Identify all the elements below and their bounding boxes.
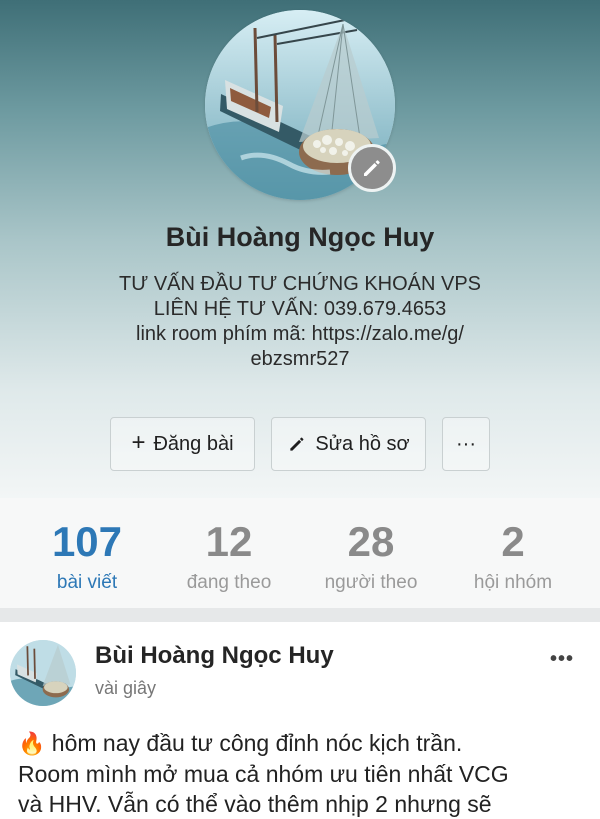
profile-stats: 107 bài viết 12 đang theo 28 người theo … [0,498,600,608]
more-options-button[interactable]: ··· [442,417,490,471]
profile-name: Bùi Hoàng Ngọc Huy [165,222,435,252]
stat-followers-label: người theo [324,572,418,593]
bio-line-3[interactable]: link room phím mã: https://zalo.me/g/ [90,322,510,347]
post-card[interactable]: Bùi Hoàng Ngọc Huy vài giây ••• 🔥 hôm na… [0,622,600,817]
stat-groups-value: 2 [501,518,525,565]
stat-followers[interactable]: 28 người theo [296,518,446,594]
post-text-line-1: 🔥 hôm nay đầu tư công đỉnh nóc kịch trần… [18,728,598,759]
stat-posts-label: bài viết [56,572,118,593]
fishing-boat-avatar-image [10,640,76,706]
bio-line-4[interactable]: ebzsmr527 [90,347,510,372]
create-post-label: Đăng bài [153,432,234,455]
edit-avatar-button[interactable] [348,144,396,192]
stat-following[interactable]: 12 đang theo [154,518,304,594]
pencil-icon [364,160,380,176]
post-content: 🔥 hôm nay đầu tư công đỉnh nóc kịch trần… [18,728,598,819]
post-options-icon[interactable]: ••• [550,648,574,671]
fire-icon: 🔥 [18,731,46,756]
stat-following-value: 12 [205,518,253,565]
post-text-line-2: Room mình mở mua cả nhóm ưu tiên nhất VC… [18,761,509,787]
profile-avatar-container [205,10,396,200]
stat-posts-value: 107 [51,518,123,565]
edit-profile-button[interactable]: Sửa hồ sơ [271,417,426,471]
stat-followers-value: 28 [347,518,395,565]
more-options-icon: ··· [456,432,476,455]
plus-icon: + [131,429,146,456]
section-divider [0,608,600,622]
profile-bio: TƯ VẤN ĐẦU TƯ CHỨNG KHOÁN VPS LIÊN HỆ TƯ… [90,272,510,372]
post-text-line-3: và HHV. Vẫn có thể vào thêm nhịp 2 nhưng… [18,791,492,817]
edit-profile-label: Sửa hồ sơ [315,432,410,455]
stat-groups-label: hội nhóm [473,572,553,593]
post-author-name[interactable]: Bùi Hoàng Ngọc Huy [95,642,334,670]
stat-following-label: đang theo [186,572,272,593]
stat-posts[interactable]: 107 bài viết [12,518,162,594]
bio-line-1: TƯ VẤN ĐẦU TƯ CHỨNG KHOÁN VPS [118,273,482,295]
bio-line-2: LIÊN HỆ TƯ VẤN: 039.679.4653 [153,298,447,320]
create-post-button[interactable]: + Đăng bài [110,417,255,471]
post-timestamp: vài giây [95,678,157,698]
profile-header: Bùi Hoàng Ngọc Huy TƯ VẤN ĐẦU TƯ CHỨNG K… [0,0,600,500]
stat-groups[interactable]: 2 hội nhóm [438,518,588,594]
pencil-icon [290,437,304,451]
post-text-line-1-text: hôm nay đầu tư công đỉnh nóc kịch trần. [51,730,463,756]
post-author-avatar[interactable] [10,640,76,706]
